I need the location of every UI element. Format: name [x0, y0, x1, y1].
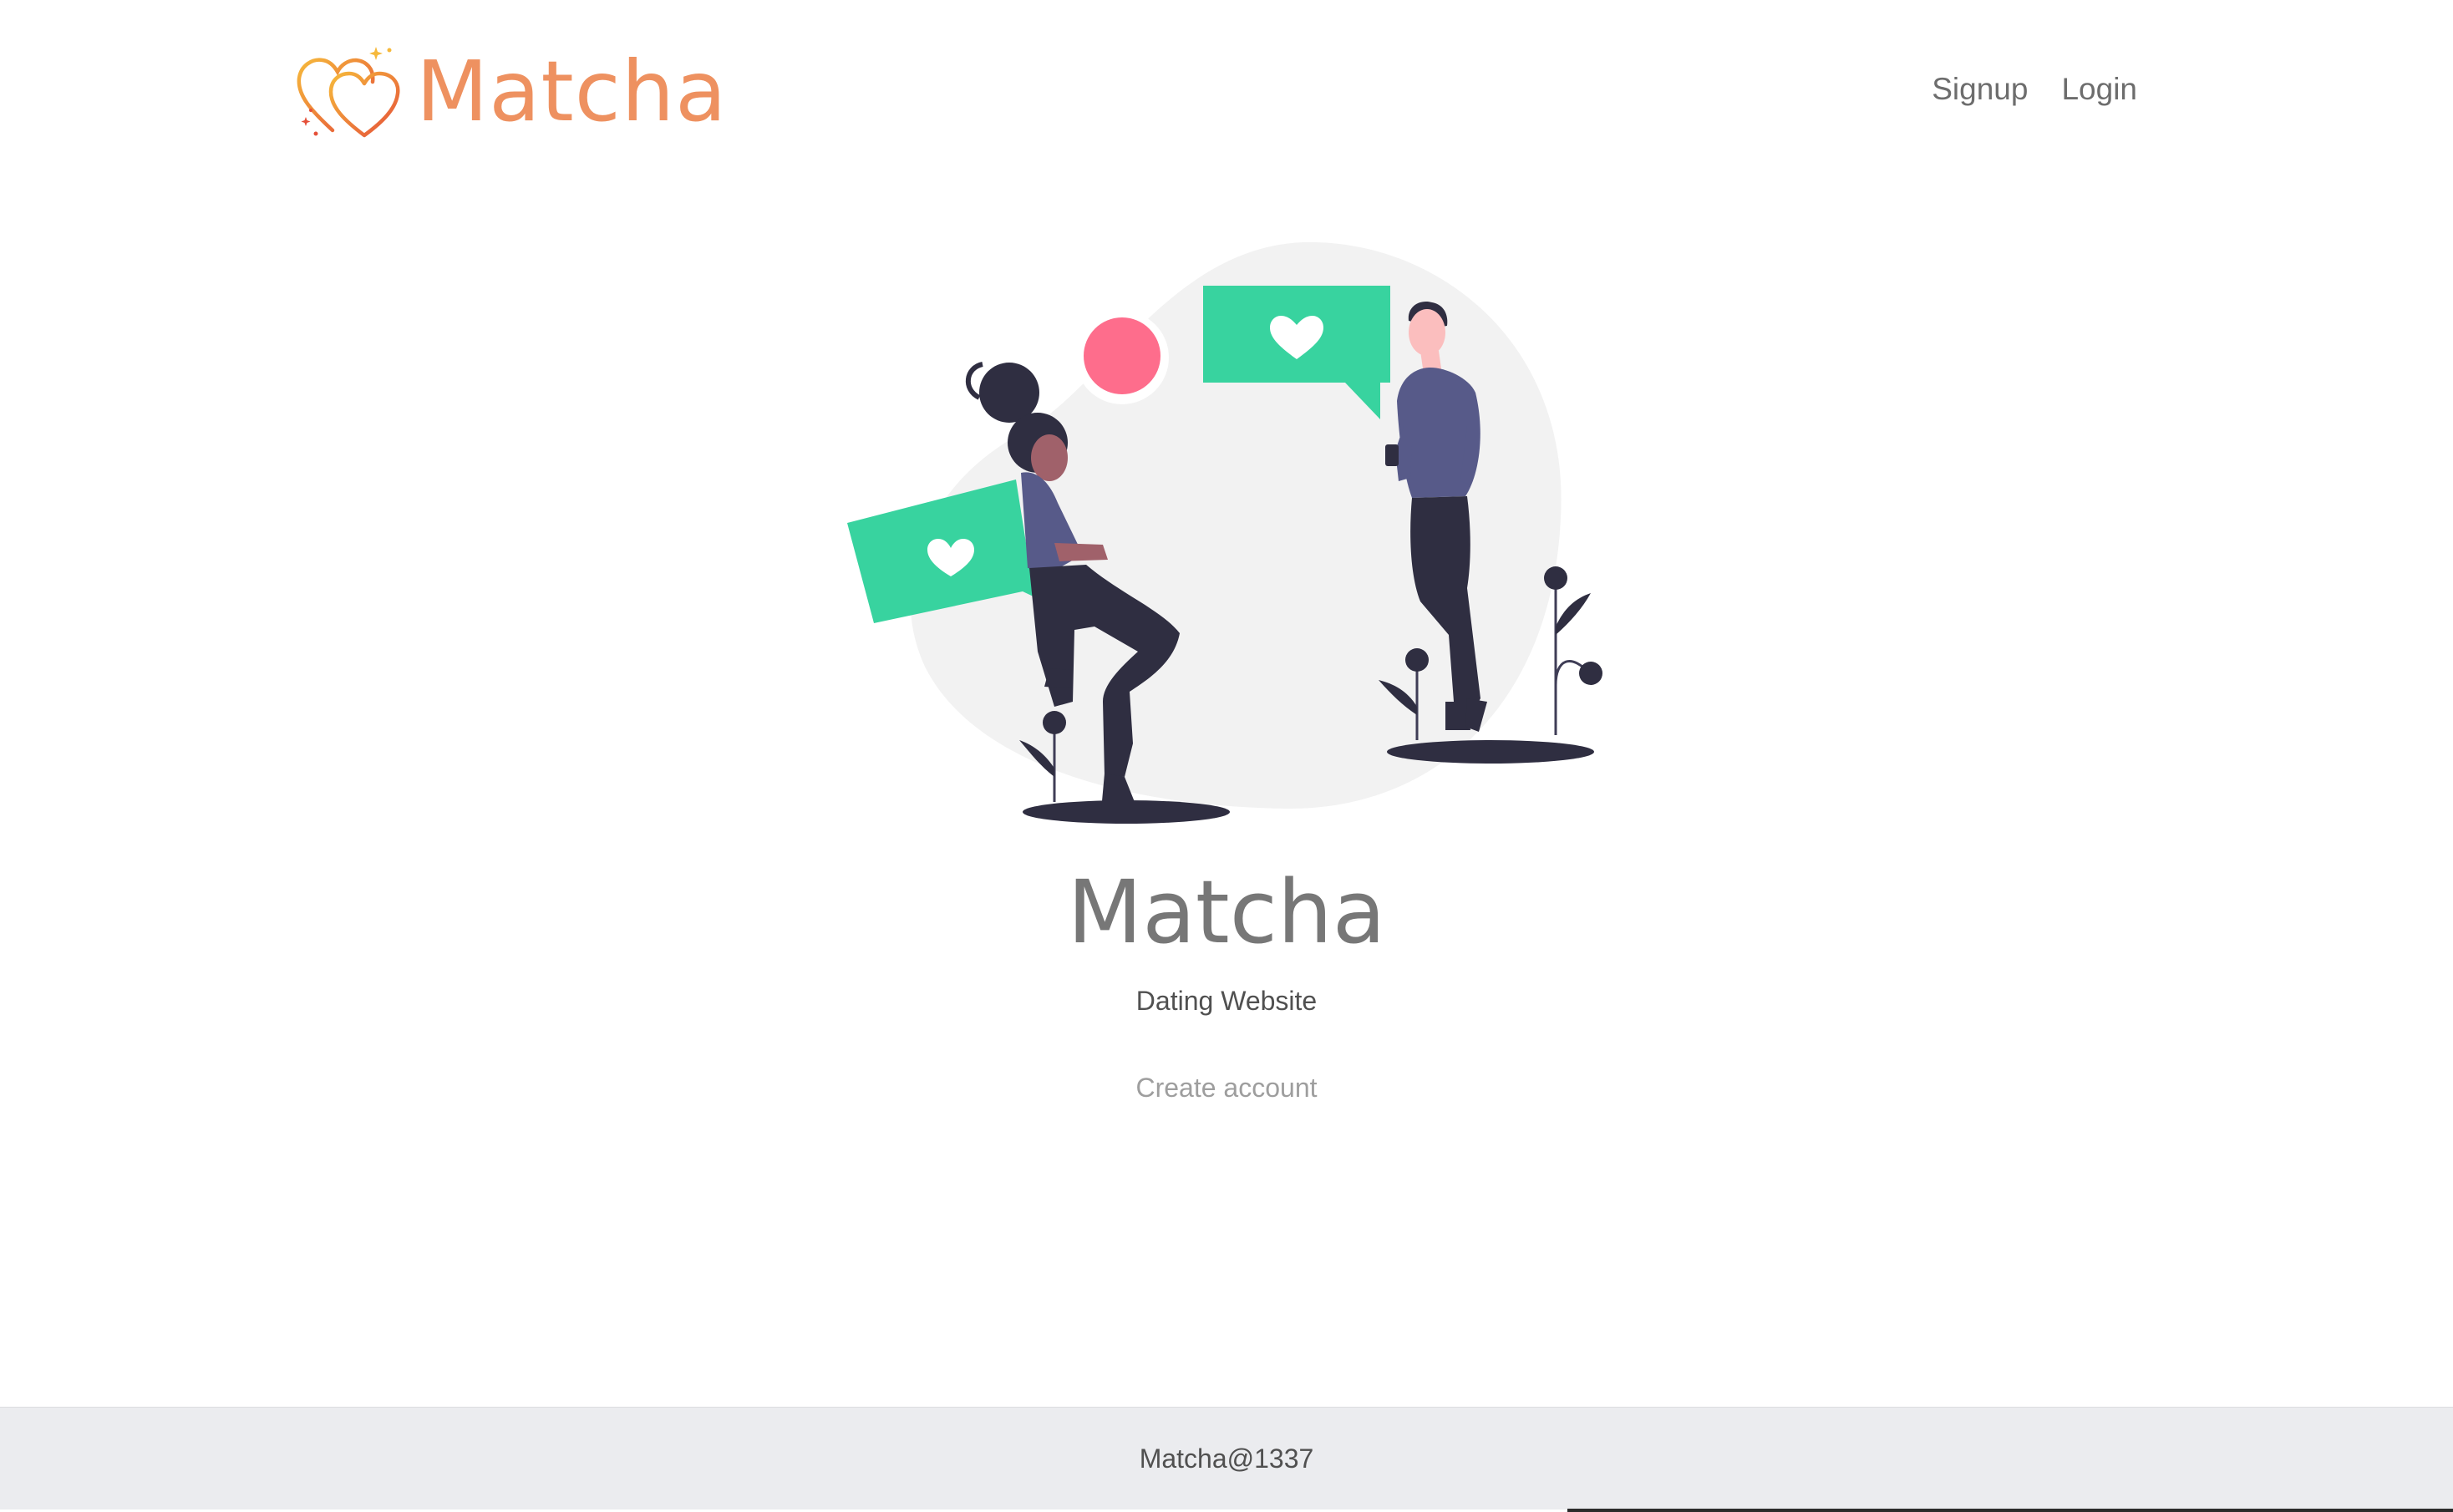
hearts-logo-icon	[297, 47, 400, 138]
brand-home-link[interactable]: Matcha	[294, 40, 727, 144]
signup-link[interactable]: Signup	[1932, 72, 2028, 107]
cta-container: Create account	[0, 1073, 2453, 1104]
top-navbar: Matcha Signup Login	[0, 0, 2453, 192]
brand-name: Matcha	[416, 43, 728, 140]
window-edge	[1567, 1509, 2453, 1512]
footer-text: Matcha@1337	[1139, 1443, 1314, 1474]
footer: Matcha@1337	[0, 1407, 2453, 1509]
landing-page: Matcha Signup Login Matcha Dating Websit…	[0, 0, 2453, 1512]
hero-subtitle: Dating Website	[1135, 986, 1318, 1016]
create-account-link[interactable]: Create account	[1135, 1073, 1317, 1103]
login-link[interactable]: Login	[2061, 72, 2137, 107]
couple-chat-hearts-illustration	[847, 241, 1602, 824]
nav-links: Signup Login	[1932, 72, 2137, 107]
hero-title: Matcha	[1067, 861, 1386, 963]
